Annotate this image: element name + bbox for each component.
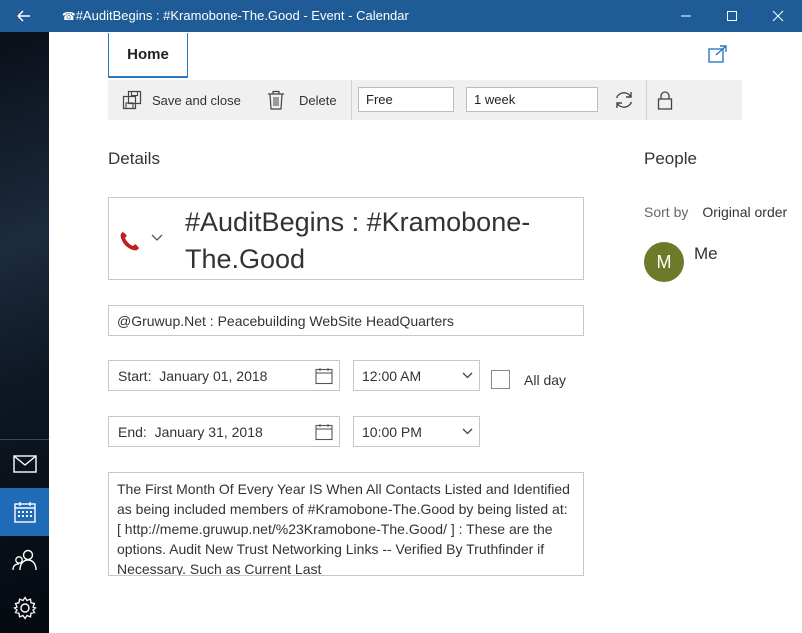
minimize-button[interactable] [663,0,709,32]
start-date-picker[interactable]: Start: January 01, 2018 [108,360,340,391]
repeat-icon [615,92,633,108]
all-day-label: All day [524,372,567,388]
nav-calendar[interactable] [0,488,49,536]
ribbon-toolbar: Save and close Delete Free 1 week [108,80,742,120]
end-label: End: [118,424,147,440]
sort-by-label: Sort by [644,204,689,220]
sort-by[interactable]: Sort by Original order [644,204,787,220]
save-and-close-button[interactable]: Save and close [122,80,241,120]
chevron-down-icon [462,428,473,435]
popout-icon [708,45,727,63]
trash-icon [268,90,284,110]
delete-button[interactable]: Delete [267,80,337,120]
tab-home[interactable]: Home [108,33,188,78]
calendar-icon [315,424,333,441]
nav-settings[interactable] [0,584,49,632]
phone-icon: ☎ [62,11,76,23]
save-and-close-label: Save and close [152,92,241,108]
save-icon [122,90,142,110]
end-time-value: 10:00 PM [362,424,422,440]
repeat-button[interactable] [613,80,635,120]
start-label: Start: [118,368,152,384]
minimize-icon [681,15,691,17]
details-heading: Details [108,149,160,168]
nav-people[interactable] [0,536,49,584]
end-time-select[interactable]: 10:00 PM [353,416,480,447]
close-button[interactable] [755,0,801,32]
event-editor: Home Save and close Delete Free 1 week D… [49,32,802,633]
window-title: ☎#AuditBegins : #Kramobone-The.Good - Ev… [62,8,409,23]
back-button[interactable] [10,7,36,25]
reminder-field[interactable]: 1 week [466,87,598,112]
delete-label: Delete [299,92,337,108]
end-date-value: January 31, 2018 [154,424,263,440]
people-icon [11,549,37,571]
subject-text: #AuditBegins : #Kramobone-The.Good [185,207,531,274]
window-title-text: #AuditBegins : #Kramobone-The.Good - Eve… [75,8,409,23]
location-field[interactable]: @Gruwup.Net : Peacebuilding WebSite Head… [108,305,584,336]
start-time-select[interactable]: 12:00 AM [353,360,480,391]
people-heading: People [644,149,697,168]
toolbar-divider [351,80,352,120]
private-button[interactable] [657,80,673,120]
calendar-icon [13,502,36,523]
attendee-name[interactable]: Me [694,244,718,264]
nav-rail [0,32,49,633]
nav-mail[interactable] [0,440,49,488]
subject-field[interactable]: #AuditBegins : #Kramobone-The.Good [108,197,584,280]
all-day-checkbox[interactable] [491,370,510,389]
phone-icon [120,232,139,251]
show-as-field[interactable]: Free [358,87,454,112]
popout-button[interactable] [708,45,728,68]
end-date-picker[interactable]: End: January 31, 2018 [108,416,340,447]
close-icon [772,10,784,22]
mail-icon [12,455,37,473]
calendar-icon [315,368,333,385]
sort-by-value: Original order [702,204,788,220]
start-date-value: January 01, 2018 [159,368,268,384]
maximize-icon [727,11,737,21]
description-field[interactable]: The First Month Of Every Year IS When Al… [108,472,584,576]
title-bar: ☎#AuditBegins : #Kramobone-The.Good - Ev… [0,0,802,32]
back-arrow-icon [17,10,30,22]
maximize-button[interactable] [709,0,755,32]
toolbar-divider [646,80,647,120]
start-time-value: 12:00 AM [362,368,422,384]
settings-icon [12,596,37,620]
avatar: M [644,242,684,282]
chevron-down-icon[interactable] [151,234,163,242]
lock-icon [657,91,673,110]
chevron-down-icon [462,372,473,379]
